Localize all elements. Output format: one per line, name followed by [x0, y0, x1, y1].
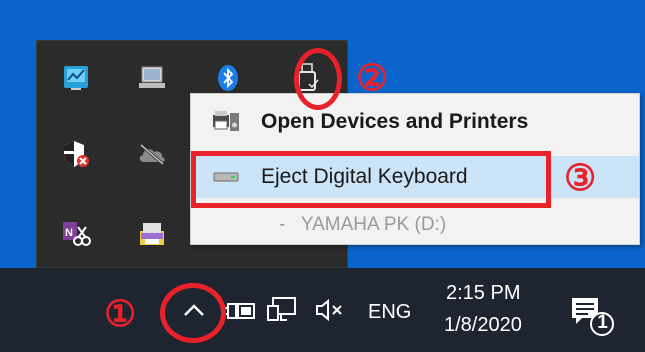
- bluetooth-icon[interactable]: [210, 60, 246, 96]
- svg-text:N: N: [65, 227, 73, 239]
- printer-folder-icon[interactable]: [134, 216, 170, 252]
- language-indicator[interactable]: ENG: [368, 301, 411, 324]
- menu-item-drive-yamaha-pk: - YAMAHA PK (D:): [191, 210, 639, 240]
- clock-date[interactable]: 1/8/2020: [444, 314, 522, 337]
- devices-printers-icon: [191, 109, 261, 135]
- annotation-circle-usb: [294, 48, 342, 110]
- volume-muted-icon[interactable]: [314, 298, 346, 327]
- annotation-step-3: ③: [564, 157, 597, 198]
- taskbar: ENG 2:15 PM 1/8/2020 1: [0, 268, 645, 352]
- network-monitor-icon[interactable]: [58, 60, 94, 96]
- security-shield-icon[interactable]: [58, 136, 94, 172]
- network-icon[interactable]: [267, 296, 299, 329]
- action-center-icon[interactable]: 1: [568, 294, 618, 336]
- notification-count-badge: 1: [597, 312, 608, 333]
- menu-item-open-devices-and-printers[interactable]: Open Devices and Printers: [191, 102, 639, 142]
- annotation-box-eject: [191, 151, 551, 208]
- annotation-circle-chevron: [160, 283, 226, 343]
- clock-time[interactable]: 2:15 PM: [446, 282, 520, 305]
- onenote-clip-icon[interactable]: N: [58, 216, 94, 252]
- drive-label: - YAMAHA PK (D:): [279, 214, 447, 235]
- annotation-step-2: ②: [356, 57, 389, 98]
- annotation-step-1: ①: [104, 293, 137, 334]
- cloud-offline-icon[interactable]: [134, 136, 170, 172]
- open-devices-label: Open Devices and Printers: [261, 110, 529, 133]
- laptop-display-icon[interactable]: [134, 60, 170, 96]
